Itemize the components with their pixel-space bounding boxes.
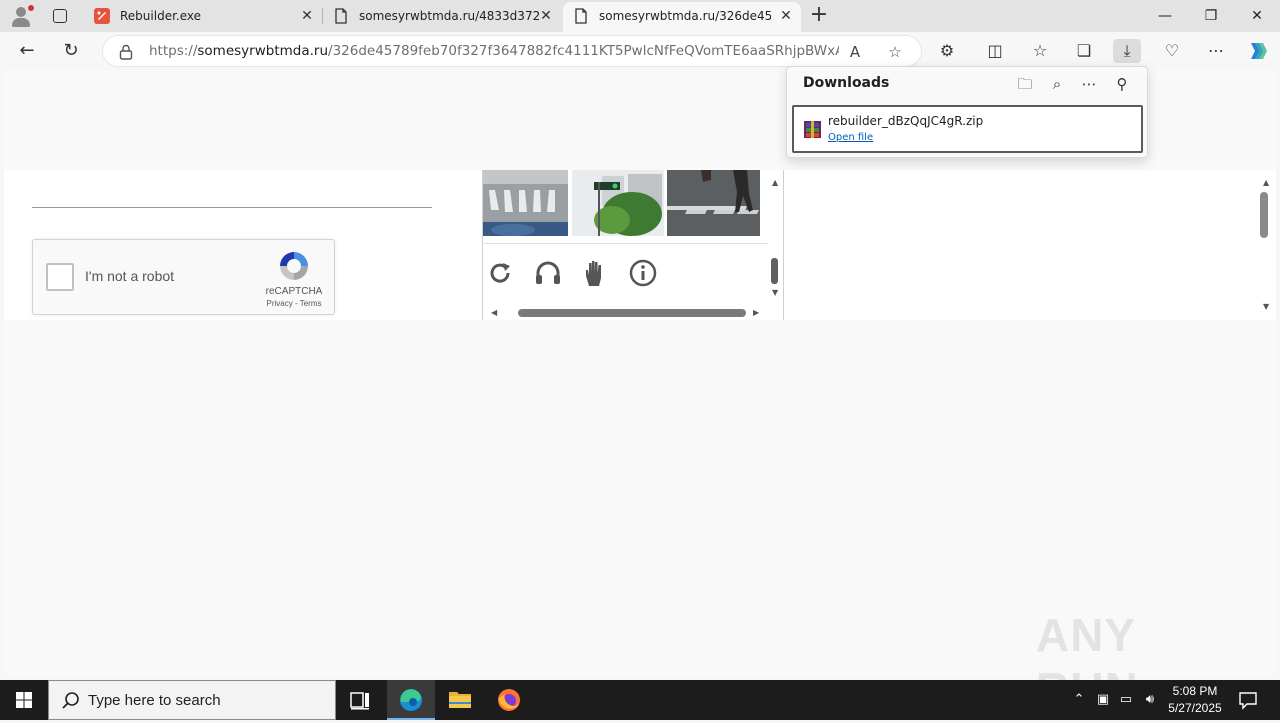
- taskbar-search-box[interactable]: Type here to search: [48, 680, 336, 720]
- page-icon: [335, 8, 347, 24]
- copilot-icon[interactable]: [1243, 39, 1271, 63]
- recaptcha-checkbox[interactable]: [46, 263, 74, 291]
- reload-challenge-icon[interactable]: [485, 258, 515, 288]
- tab-strip: Rebuilder.exe ✕ somesyrwbtmda.ru/4833d37…: [0, 0, 1280, 32]
- favorites-icon[interactable]: ☆: [1026, 39, 1054, 63]
- downloads-more-icon[interactable]: ⋯: [1079, 74, 1099, 94]
- clock-time: 5:08 PM: [1172, 684, 1218, 698]
- minimize-icon[interactable]: —: [1142, 0, 1188, 32]
- volume-icon[interactable]: 🔊︎: [1141, 691, 1159, 709]
- recaptcha-privacy-terms[interactable]: Privacy - Terms: [255, 299, 333, 308]
- tab-actions-icon[interactable]: [50, 6, 70, 26]
- device-tray-icon[interactable]: ▣: [1094, 691, 1112, 709]
- recaptcha-logo-icon: [280, 252, 308, 280]
- browser-toolbar: ← ↻ https://somesyrwbtmda.ru/326de45789f…: [0, 32, 1280, 70]
- page-icon: [575, 8, 587, 24]
- close-window-icon[interactable]: ✕: [1234, 0, 1280, 32]
- scroll-up-arrow-icon[interactable]: ▲: [772, 179, 778, 187]
- edge-taskbar-icon[interactable]: [387, 680, 435, 720]
- extensions-icon[interactable]: ⚙: [933, 39, 961, 63]
- challenge-horizontal-scrollbar[interactable]: [518, 309, 746, 317]
- scroll-right-arrow-icon[interactable]: ▶: [753, 309, 759, 317]
- scroll-left-arrow-icon[interactable]: ◀: [491, 309, 497, 317]
- scroll-down-arrow-icon[interactable]: ▼: [772, 289, 778, 297]
- tab-close-icon[interactable]: ✕: [539, 9, 553, 23]
- refresh-icon[interactable]: ↻: [58, 39, 84, 63]
- info-icon[interactable]: [628, 258, 658, 288]
- restore-icon[interactable]: ❐: [1188, 0, 1234, 32]
- search-downloads-icon[interactable]: ⌕: [1047, 74, 1067, 94]
- challenge-divider: [483, 243, 768, 244]
- clock-date: 5/27/2025: [1168, 701, 1222, 715]
- tab-somesyrwbtmda-active[interactable]: somesyrwbtmda.ru/326de45789f ✕: [563, 2, 801, 32]
- downloads-panel: Downloads 🗀 ⌕ ⋯ ⚲ rebuilder_dBzQqJC4gR.z…: [786, 66, 1148, 158]
- page-vertical-scrollbar[interactable]: [1260, 192, 1268, 238]
- taskbar-clock[interactable]: 5:08 PM 5/27/2025: [1160, 683, 1230, 717]
- challenge-tile-traffic-light[interactable]: [572, 170, 664, 236]
- firefox-icon[interactable]: [485, 680, 533, 720]
- audio-challenge-headphones-icon[interactable]: [533, 258, 563, 288]
- recaptcha-brand: reCAPTCHA: [265, 286, 323, 297]
- tab-close-icon[interactable]: ✕: [779, 9, 793, 23]
- url-text[interactable]: https://somesyrwbtmda.ru/326de45789feb70…: [149, 36, 839, 66]
- challenge-tile-crosswalk[interactable]: [483, 170, 568, 236]
- report-hand-icon[interactable]: [580, 258, 610, 288]
- challenge-tile-pedestrian[interactable]: [667, 170, 760, 236]
- back-arrow-icon[interactable]: ←: [14, 39, 40, 63]
- downloads-title: Downloads: [803, 75, 890, 91]
- tab-rebuilder[interactable]: Rebuilder.exe ✕: [84, 2, 322, 32]
- network-icon[interactable]: ▭: [1117, 691, 1135, 709]
- tab-somesyrwbtmda-1[interactable]: somesyrwbtmda.ru/4833d372012 ✕: [323, 2, 561, 32]
- recaptcha-widget: I'm not a robot reCAPTCHA Privacy - Term…: [32, 239, 335, 315]
- app-logo-icon: [94, 8, 110, 24]
- archive-file-icon: [804, 121, 821, 138]
- lock-icon[interactable]: [119, 44, 133, 60]
- collections-icon[interactable]: ❏: [1070, 39, 1098, 63]
- open-downloads-folder-icon[interactable]: 🗀: [1015, 74, 1035, 94]
- recaptcha-label: I'm not a robot: [85, 268, 175, 284]
- search-icon: [62, 692, 79, 709]
- show-hidden-icons-chevron-icon[interactable]: ⌃: [1070, 691, 1088, 709]
- task-view-icon[interactable]: [336, 680, 384, 720]
- challenge-vertical-scrollbar[interactable]: [771, 258, 778, 284]
- profile-avatar-icon[interactable]: [10, 5, 34, 27]
- download-file-name: rebuilder_dBzQqJC4gR.zip: [828, 114, 984, 128]
- page-viewport: I'm not a robot reCAPTCHA Privacy - Term…: [4, 70, 1276, 676]
- file-explorer-icon[interactable]: [436, 680, 484, 720]
- recaptcha-challenge-frame: ▲ ▼ ◀ ▶: [482, 170, 784, 320]
- more-menu-icon[interactable]: ⋯: [1202, 39, 1230, 63]
- notification-center-icon[interactable]: [1238, 690, 1258, 710]
- tab-title: somesyrwbtmda.ru/4833d372012: [359, 9, 539, 23]
- favorite-star-icon[interactable]: ☆: [885, 42, 905, 62]
- windows-start-icon[interactable]: [0, 680, 48, 720]
- page-scroll-up-arrow-icon[interactable]: ▲: [1263, 179, 1269, 187]
- browser-essentials-icon[interactable]: ♡: [1158, 39, 1186, 63]
- tab-title: Rebuilder.exe: [120, 9, 202, 23]
- anyrun-watermark: ANY RUN: [1036, 609, 1138, 715]
- tab-title: somesyrwbtmda.ru/326de45789f: [599, 9, 771, 23]
- divider-line: [32, 207, 432, 208]
- download-item[interactable]: rebuilder_dBzQqJC4gR.zip Open file: [792, 105, 1143, 153]
- address-bar[interactable]: https://somesyrwbtmda.ru/326de45789feb70…: [102, 35, 922, 67]
- tab-close-icon[interactable]: ✕: [300, 9, 314, 23]
- read-aloud-icon[interactable]: A: [845, 42, 865, 62]
- windows-taskbar: Type here to search ⌃ ▣ ▭ 🔊︎ 5:08 PM 5/2…: [0, 680, 1280, 720]
- downloads-icon[interactable]: ⤓: [1113, 39, 1141, 63]
- new-tab-plus-icon[interactable]: +: [808, 4, 830, 27]
- split-screen-icon[interactable]: ◫: [981, 39, 1009, 63]
- page-scroll-down-arrow-icon[interactable]: ▼: [1263, 303, 1269, 311]
- open-file-link[interactable]: Open file: [828, 132, 873, 143]
- pin-icon[interactable]: ⚲: [1112, 74, 1132, 94]
- search-placeholder: Type here to search: [88, 692, 221, 709]
